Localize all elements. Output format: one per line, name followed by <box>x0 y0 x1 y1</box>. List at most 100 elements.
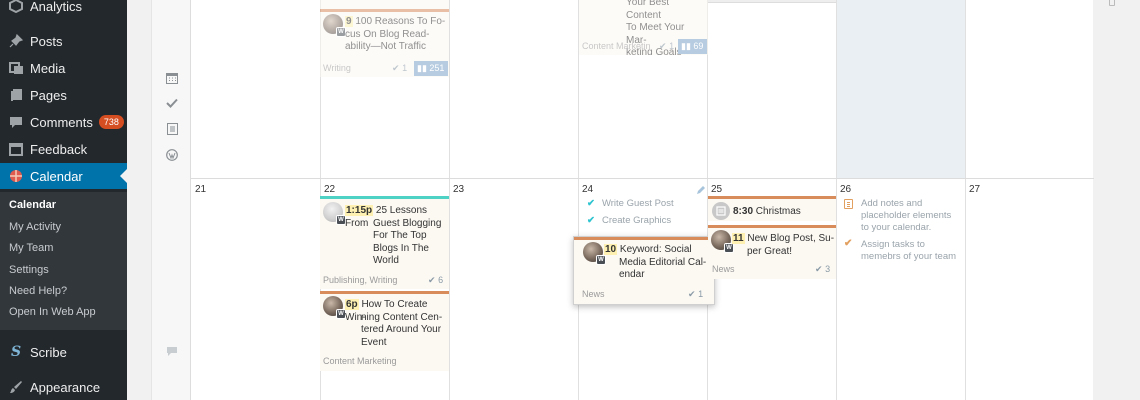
post-category: Content Marketin <box>582 41 651 51</box>
submenu-open-in-web-app[interactable]: Open In Web App <box>9 306 96 318</box>
checkmark-icon[interactable] <box>152 92 192 114</box>
calendar-icon <box>8 168 24 184</box>
menu-item-scribe[interactable]: S Scribe <box>0 339 127 365</box>
brush-icon <box>8 379 24 395</box>
checkmark-icon: ✔ <box>659 41 667 51</box>
menu-item-media[interactable]: Media <box>0 55 127 81</box>
post-title-line: cus On Blog Read- <box>345 28 430 40</box>
post-time: 9 <box>345 16 353 27</box>
category-bar <box>708 196 836 199</box>
author-avatar: W <box>711 230 734 253</box>
checkmark-icon: ✔ <box>587 215 595 226</box>
post-card[interactable]: W 9 100 Reasons To Fo- cus On Blog Read-… <box>320 0 449 77</box>
submenu-calendar[interactable]: Calendar <box>9 199 56 211</box>
comment-bubble-icon[interactable] <box>152 340 192 362</box>
day-number: 27 <box>969 184 981 195</box>
wordpress-icon[interactable] <box>152 144 192 166</box>
post-title-line: Event <box>361 336 387 348</box>
calendar-view-icon[interactable] <box>152 67 192 89</box>
checkmark-icon: ✔ <box>428 275 436 285</box>
note-item[interactable]: Add notes and placeholder elements to yo… <box>861 198 961 234</box>
document-icon[interactable] <box>152 118 192 140</box>
menu-item-posts[interactable]: Posts <box>0 28 127 54</box>
post-time: 10 <box>604 244 618 255</box>
category-bar <box>708 225 836 228</box>
checkmark-icon: ✔ <box>688 289 696 299</box>
feedback-icon <box>8 141 24 157</box>
post-category: Content Marketing <box>323 356 397 366</box>
checkmark-icon: ✔ <box>392 63 400 73</box>
bar-chart-icon: ▮▮ <box>417 63 427 73</box>
menu-item-pages[interactable]: Pages <box>0 82 127 108</box>
author-avatar: W <box>323 296 346 319</box>
post-title-line: endar <box>619 269 645 280</box>
post-title-line: Your Best Content <box>626 0 669 21</box>
views-count: 251 <box>429 63 445 73</box>
post-card[interactable]: Your Best Content To Meet Your Mar- keti… <box>579 0 708 55</box>
menu-item-feedback[interactable]: Feedback <box>0 136 127 162</box>
menu-item-label: Posts <box>30 33 63 49</box>
event-title: Christmas <box>755 206 801 217</box>
day-number: 23 <box>453 184 465 195</box>
post-card[interactable]: W 6p How To Create Win- ning Content Cen… <box>320 291 449 371</box>
post-card[interactable]: W 1:15p 25 Lessons From Guest Blogging F… <box>320 196 449 289</box>
card-edge <box>708 0 836 3</box>
note-line: Assign tasks to <box>861 239 925 250</box>
edit-pencil-icon[interactable] <box>696 182 706 200</box>
post-title-line: tered Around Your <box>361 324 442 335</box>
calendar-event-icon <box>712 202 730 220</box>
submenu-my-team[interactable]: My Team <box>9 242 53 254</box>
category-bar <box>320 291 449 294</box>
checkmark-icon: ✔ <box>587 198 595 209</box>
menu-item-label: Appearance <box>30 379 101 395</box>
day-number: 26 <box>840 184 852 195</box>
note-line: to your calendar. <box>861 222 932 233</box>
wordpress-icon: W <box>596 255 606 265</box>
task-item[interactable]: ✔ Write Guest Post <box>587 198 674 209</box>
check-count: 3 <box>825 264 831 274</box>
task-item[interactable]: ✔ Create Graphics <box>587 215 671 226</box>
post-category: Writing <box>323 63 351 73</box>
post-title-line: World <box>373 255 399 266</box>
check-count: 6 <box>438 275 444 285</box>
category-bar <box>574 237 714 240</box>
scroll-indicator-icon <box>1109 0 1115 6</box>
post-category: Publishing, Writing <box>323 275 398 285</box>
check-icon: ✔ <box>844 238 853 249</box>
event-card[interactable]: 8:30 Christmas <box>708 196 836 221</box>
post-title-line: New Blog Post, Su- <box>747 233 835 244</box>
check-count: 1 <box>402 63 408 73</box>
post-title-line: For The Top <box>373 230 427 241</box>
author-avatar: W <box>323 14 346 37</box>
task-note-item[interactable]: Assign tasks to memebrs of your team <box>861 239 963 263</box>
post-time: 6p <box>345 299 359 310</box>
post-category: News <box>582 289 605 299</box>
check-count: 1 <box>669 41 675 51</box>
note-line: Add notes and <box>861 198 923 209</box>
menu-item-analytics[interactable]: Analytics <box>0 0 127 19</box>
post-card[interactable]: W 11 New Blog Post, Su- per Great! News … <box>708 225 836 279</box>
check-count: 1 <box>698 289 704 299</box>
dragged-post-card[interactable]: W 10 Keyword: Social Media Editorial Cal… <box>573 236 715 305</box>
day-number: 25 <box>711 184 723 195</box>
menu-item-calendar[interactable]: Calendar <box>0 163 127 189</box>
post-title-line: Blogs In The <box>373 242 429 254</box>
post-category: News <box>712 264 735 274</box>
post-title-line: Keyword: Social <box>619 244 692 255</box>
analytics-icon <box>8 0 24 14</box>
post-title-line: per Great! <box>747 245 793 257</box>
submenu-need-help[interactable]: Need Help? <box>9 285 67 297</box>
day-number: 24 <box>582 184 594 195</box>
day-number: 22 <box>324 184 336 195</box>
author-avatar: W <box>323 202 346 225</box>
menu-item-label: Feedback <box>30 141 88 157</box>
menu-item-comments[interactable]: Comments 738 <box>0 109 127 135</box>
post-time: 1:15p <box>345 205 374 216</box>
menu-item-label: Pages <box>30 87 67 103</box>
event-time: 8:30 <box>733 206 754 217</box>
submenu-my-activity[interactable]: My Activity <box>9 221 61 233</box>
submenu-settings[interactable]: Settings <box>9 264 49 276</box>
menu-item-label: Comments <box>30 114 93 130</box>
admin-sidebar: Analytics Posts Media Pages Comments 738… <box>0 0 127 400</box>
menu-item-appearance[interactable]: Appearance <box>0 374 127 400</box>
